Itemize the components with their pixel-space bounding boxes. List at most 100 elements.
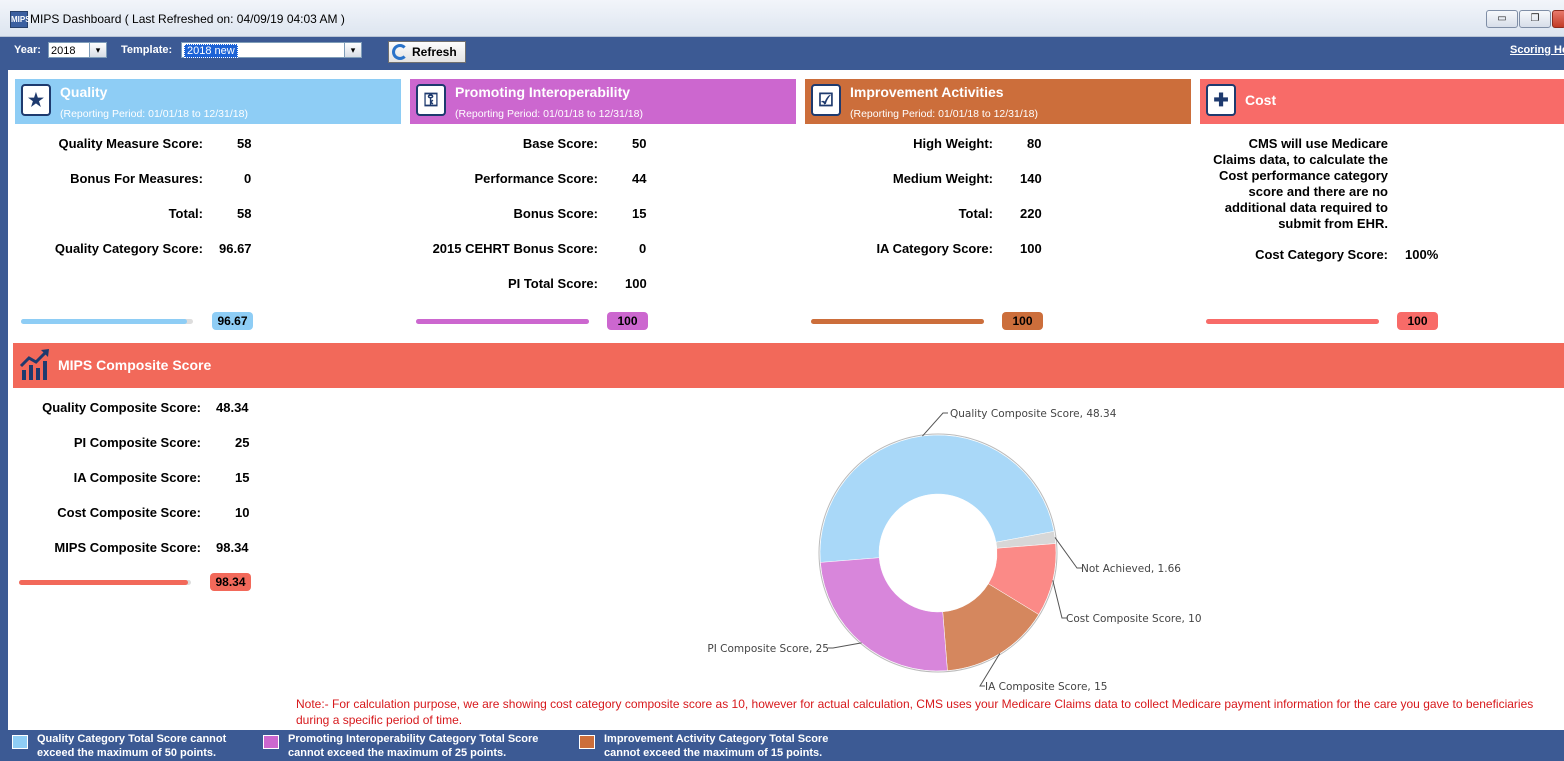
donut-label: Quality Composite Score, 48.34 [950, 408, 1117, 420]
cost-header: ✚ Cost [1200, 79, 1564, 124]
legend-footer: Quality Category Total Score cannot exce… [8, 730, 1564, 761]
donut-slice[interactable] [820, 557, 948, 672]
app-icon: MIPS [10, 11, 31, 28]
legend-swatch [579, 735, 595, 749]
donut-leader-line [922, 412, 948, 437]
refresh-button[interactable]: Refresh [388, 41, 466, 63]
metric-label: Bonus For Measures: [70, 171, 203, 186]
cost-description: CMS will use Medicare Claims data, to ca… [1213, 136, 1388, 231]
donut-label: Cost Composite Score, 10 [1066, 613, 1202, 625]
metric-label: IA Category Score: [876, 241, 993, 256]
metric-label: Bonus Score: [513, 206, 598, 221]
pi-progress-bar [416, 319, 589, 324]
metric-value: 50 [632, 136, 647, 151]
metric-value: 15 [632, 206, 647, 221]
metric-label: MIPS Composite Score: [54, 540, 201, 555]
pi-progress-fill [416, 319, 589, 324]
metric-label: Base Score: [522, 136, 598, 151]
donut-slice[interactable] [995, 531, 1056, 549]
year-select[interactable]: 2018 ▾ [48, 42, 107, 58]
legend-swatch [12, 735, 28, 749]
donut-leader-line [979, 653, 1001, 687]
composite-progress-fill [19, 580, 189, 585]
metric-value: 100 [625, 276, 647, 291]
scoring-help-link[interactable]: Scoring He [1510, 44, 1564, 56]
calculation-note: Note:- For calculation purpose, we are s… [296, 697, 1534, 727]
quality-progress-fill [21, 319, 188, 324]
metric-value: 58 [237, 206, 252, 221]
cost-progress-fill [1206, 319, 1379, 324]
metric-label: Medium Weight: [892, 171, 993, 186]
ia-title: Improvement Activities [850, 84, 1004, 100]
year-value: 2018 [51, 45, 76, 57]
metric-label: PI Composite Score: [73, 435, 201, 450]
minimize-button[interactable]: ▭ [1486, 10, 1518, 28]
title-bar: MIPS MIPS Dashboard ( Last Refreshed on:… [0, 0, 1564, 37]
cost-score-badge: 100 [1397, 312, 1438, 330]
ia-period: (Reporting Period: 01/01/18 to 12/31/18) [850, 108, 1038, 120]
ia-progress-bar [811, 319, 984, 324]
donut-slice[interactable] [942, 583, 1040, 671]
pi-period: (Reporting Period: 01/01/18 to 12/31/18) [455, 108, 643, 120]
quality-progress-bar [21, 319, 193, 324]
metric-value: 44 [632, 171, 647, 186]
trend-chart-icon [19, 349, 49, 380]
metric-value: 10 [235, 505, 250, 520]
legend-text: Improvement Activity Category Total Scor… [604, 733, 829, 759]
metric-value: 98.34 [216, 540, 249, 555]
metric-value: 58 [237, 136, 252, 151]
metric-label: Cost Category Score: [1255, 247, 1388, 262]
metric-value: 140 [1020, 171, 1042, 186]
metric-value: 25 [235, 435, 250, 450]
quality-title: Quality [60, 84, 108, 100]
legend-text: Quality Category Total Score cannot exce… [37, 733, 227, 759]
donut-leader-line [1052, 580, 1067, 619]
metric-label: IA Composite Score: [73, 470, 201, 485]
metric-value: 15 [235, 470, 250, 485]
chevron-down-icon[interactable]: ▾ [89, 43, 106, 57]
restore-button[interactable]: ❐ [1519, 10, 1551, 28]
template-value: 2018 new [184, 44, 238, 58]
donut-slice[interactable] [819, 434, 1055, 563]
metric-label: Quality Composite Score: [42, 400, 201, 415]
metric-label: Performance Score: [474, 171, 598, 186]
metric-value: 0 [639, 241, 647, 256]
metric-label: Quality Measure Score: [58, 136, 204, 151]
metric-value: 48.34 [216, 400, 249, 415]
pi-header: ⚿ Promoting Interoperability (Reporting … [410, 79, 796, 124]
cost-progress-bar [1206, 319, 1379, 324]
composite-progress-bar [19, 580, 191, 585]
legend-swatch [263, 735, 279, 749]
template-label: Template: [121, 44, 173, 56]
chevron-down-icon[interactable]: ▾ [344, 43, 361, 57]
composite-header: MIPS Composite Score [13, 343, 1564, 388]
metric-value: 100% [1405, 247, 1439, 262]
donut-leader-line [828, 642, 862, 649]
metric-label: 2015 CEHRT Bonus Score: [432, 241, 598, 256]
quality-header: ★ Quality (Reporting Period: 01/01/18 to… [15, 79, 401, 124]
cost-title: Cost [1245, 92, 1277, 108]
shield-star-icon: ★ [21, 84, 51, 116]
ia-header: ☑ Improvement Activities (Reporting Peri… [805, 79, 1191, 124]
refresh-label: Refresh [412, 45, 457, 59]
refresh-icon [392, 44, 408, 60]
pi-title: Promoting Interoperability [455, 84, 631, 100]
template-select[interactable]: 2018 new ▾ [181, 42, 362, 58]
quality-score-badge: 96.67 [212, 312, 253, 330]
quality-period: (Reporting Period: 01/01/18 to 12/31/18) [60, 108, 248, 120]
metric-label: Total: [958, 206, 993, 221]
donut-slice[interactable] [988, 543, 1057, 615]
year-label: Year: [14, 44, 41, 56]
window-title: MIPS Dashboard ( Last Refreshed on: 04/0… [30, 12, 345, 26]
ia-score-badge: 100 [1002, 312, 1043, 330]
close-button[interactable] [1552, 10, 1564, 28]
metric-value: 96.67 [219, 241, 252, 256]
pi-score-badge: 100 [607, 312, 648, 330]
donut-label: Not Achieved, 1.66 [1081, 563, 1181, 575]
checklist-icon: ☑ [811, 84, 841, 116]
metric-label: Quality Category Score: [54, 241, 203, 256]
hospital-icon: ✚ [1206, 84, 1236, 116]
toolbar: Year: 2018 ▾ Template: 2018 new ▾ Refres… [0, 37, 1564, 70]
donut-label: PI Composite Score, 25 [707, 643, 829, 655]
donut-outline [818, 433, 1058, 673]
